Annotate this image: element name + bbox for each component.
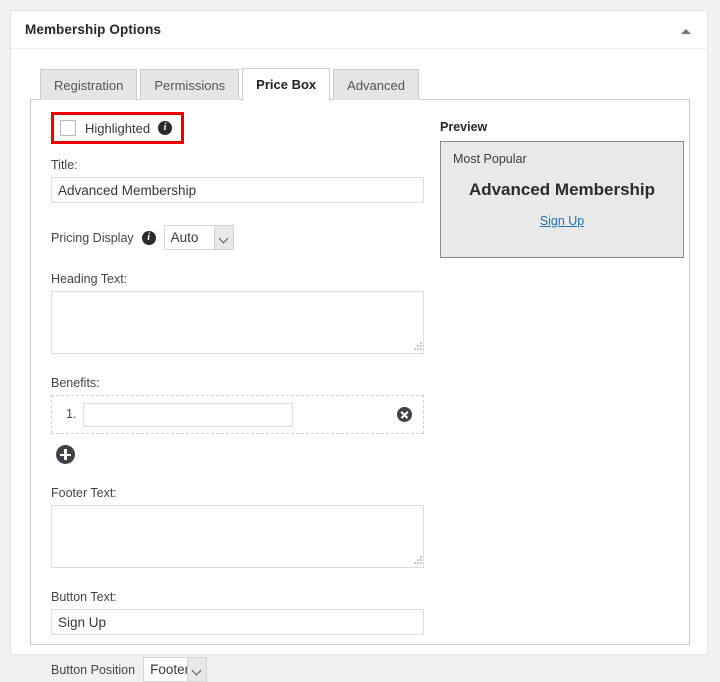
button-position-select[interactable]: Footer	[143, 657, 207, 682]
page-title: Membership Options	[25, 22, 161, 37]
tab-registration[interactable]: Registration	[40, 69, 137, 100]
price-box-form: Highlighted i Title: Pricing Display i A…	[51, 112, 426, 682]
button-position-label: Button Position	[51, 663, 135, 677]
preview-price-box: Most Popular Advanced Membership Sign Up	[440, 141, 684, 258]
chevron-down-icon	[187, 658, 206, 681]
button-text-input[interactable]	[51, 609, 424, 635]
membership-options-metabox: Membership Options Registration Permissi…	[10, 10, 708, 655]
heading-text-label: Heading Text:	[51, 272, 426, 286]
metabox-header: Membership Options	[11, 11, 707, 49]
tab-bar: Registration Permissions Price Box Advan…	[40, 68, 422, 100]
info-icon[interactable]: i	[142, 231, 156, 245]
highlighted-checkbox[interactable]	[60, 120, 76, 136]
pricing-display-label: Pricing Display	[51, 231, 134, 245]
heading-text-textarea[interactable]	[51, 291, 424, 354]
preview-badge: Most Popular	[453, 152, 527, 166]
pricing-display-row: Pricing Display i Auto	[51, 225, 426, 250]
price-box-panel: Highlighted i Title: Pricing Display i A…	[30, 99, 690, 645]
footer-text-label: Footer Text:	[51, 486, 426, 500]
button-position-row: Button Position Footer	[51, 657, 426, 682]
benefit-input[interactable]	[83, 403, 293, 427]
tab-permissions[interactable]: Permissions	[140, 69, 239, 100]
preview-column: Preview Most Popular Advanced Membership…	[440, 120, 670, 258]
pricing-display-select[interactable]: Auto	[164, 225, 234, 250]
tab-advanced[interactable]: Advanced	[333, 69, 419, 100]
highlighted-callout: Highlighted i	[51, 112, 184, 144]
add-circle-icon[interactable]	[56, 445, 75, 464]
delete-circle-icon[interactable]	[397, 407, 412, 422]
benefit-number: 1.	[66, 407, 76, 421]
benefits-label: Benefits:	[51, 376, 426, 390]
chevron-down-icon	[214, 226, 233, 249]
title-label: Title:	[51, 158, 426, 172]
benefit-list-item: 1.	[51, 395, 424, 434]
footer-text-textarea[interactable]	[51, 505, 424, 568]
preview-membership-name: Advanced Membership	[441, 180, 683, 200]
triangle-up-icon[interactable]	[678, 24, 694, 40]
highlighted-label: Highlighted	[85, 121, 150, 136]
triangle-up-glyph	[681, 29, 691, 34]
title-input[interactable]	[51, 177, 424, 203]
preview-heading: Preview	[440, 120, 670, 134]
tab-price-box[interactable]: Price Box	[242, 68, 330, 101]
preview-signup-link[interactable]: Sign Up	[441, 214, 683, 228]
info-icon[interactable]: i	[158, 121, 172, 135]
button-text-label: Button Text:	[51, 590, 426, 604]
